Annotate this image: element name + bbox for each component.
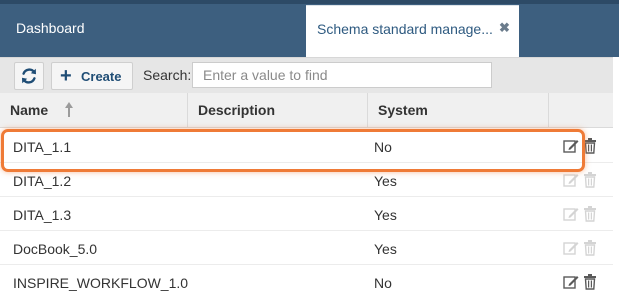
cell-system: Yes (374, 207, 397, 223)
cell-system: No (374, 275, 392, 291)
table-row[interactable]: INSPIRE_WORKFLOW_1.0 No (0, 265, 613, 297)
column-header-name[interactable]: Name (0, 93, 188, 128)
tab-schema-standard-management[interactable]: Schema standard manage... ✖ (306, 5, 519, 57)
trash-icon (584, 240, 596, 256)
tab-bar: Dashboard Schema standard manage... ✖ (0, 0, 619, 57)
plus-icon: + (60, 65, 72, 87)
column-header-actions (549, 93, 613, 128)
search-label: Search: (143, 67, 192, 83)
edit-icon (563, 174, 579, 187)
table-header: Name Description System (0, 93, 613, 128)
create-button-label: Create (81, 69, 122, 84)
trash-icon[interactable] (583, 274, 597, 290)
search-input[interactable] (192, 62, 492, 88)
trash-icon (584, 172, 596, 188)
tab-dashboard[interactable]: Dashboard (16, 20, 85, 36)
cell-system: Yes (374, 241, 397, 257)
trash-icon (584, 206, 596, 222)
cell-name: INSPIRE_WORKFLOW_1.0 (13, 275, 189, 291)
close-icon[interactable]: ✖ (499, 20, 510, 36)
refresh-button[interactable] (14, 62, 44, 90)
cell-name: DITA_1.3 (13, 207, 72, 223)
trash-icon[interactable] (583, 138, 597, 154)
column-header-name-label: Name (10, 102, 49, 118)
create-button[interactable]: + Create (51, 62, 133, 90)
edit-icon (563, 242, 579, 255)
tab-bar-top-border (0, 0, 619, 4)
edit-icon[interactable] (563, 274, 579, 290)
tab-schema-standard-management-label: Schema standard manage... (317, 21, 493, 37)
column-header-system[interactable]: System (368, 93, 549, 128)
right-edge (613, 57, 619, 297)
cell-name: DITA_1.2 (13, 173, 72, 189)
column-header-description[interactable]: Description (188, 93, 368, 128)
table-row[interactable]: DocBook_5.0 Yes (0, 231, 613, 265)
cell-system: Yes (374, 173, 397, 189)
refresh-icon (22, 68, 36, 84)
column-header-description-label: Description (198, 102, 276, 118)
edit-icon (563, 208, 579, 221)
table-row[interactable]: DITA_1.3 Yes (0, 197, 613, 231)
row-highlight-outline (1, 129, 585, 172)
cell-name: DocBook_5.0 (13, 241, 98, 257)
column-header-system-label: System (378, 102, 428, 118)
sort-ascending-icon[interactable] (64, 101, 74, 119)
toolbar: + Create Search: (0, 57, 613, 93)
